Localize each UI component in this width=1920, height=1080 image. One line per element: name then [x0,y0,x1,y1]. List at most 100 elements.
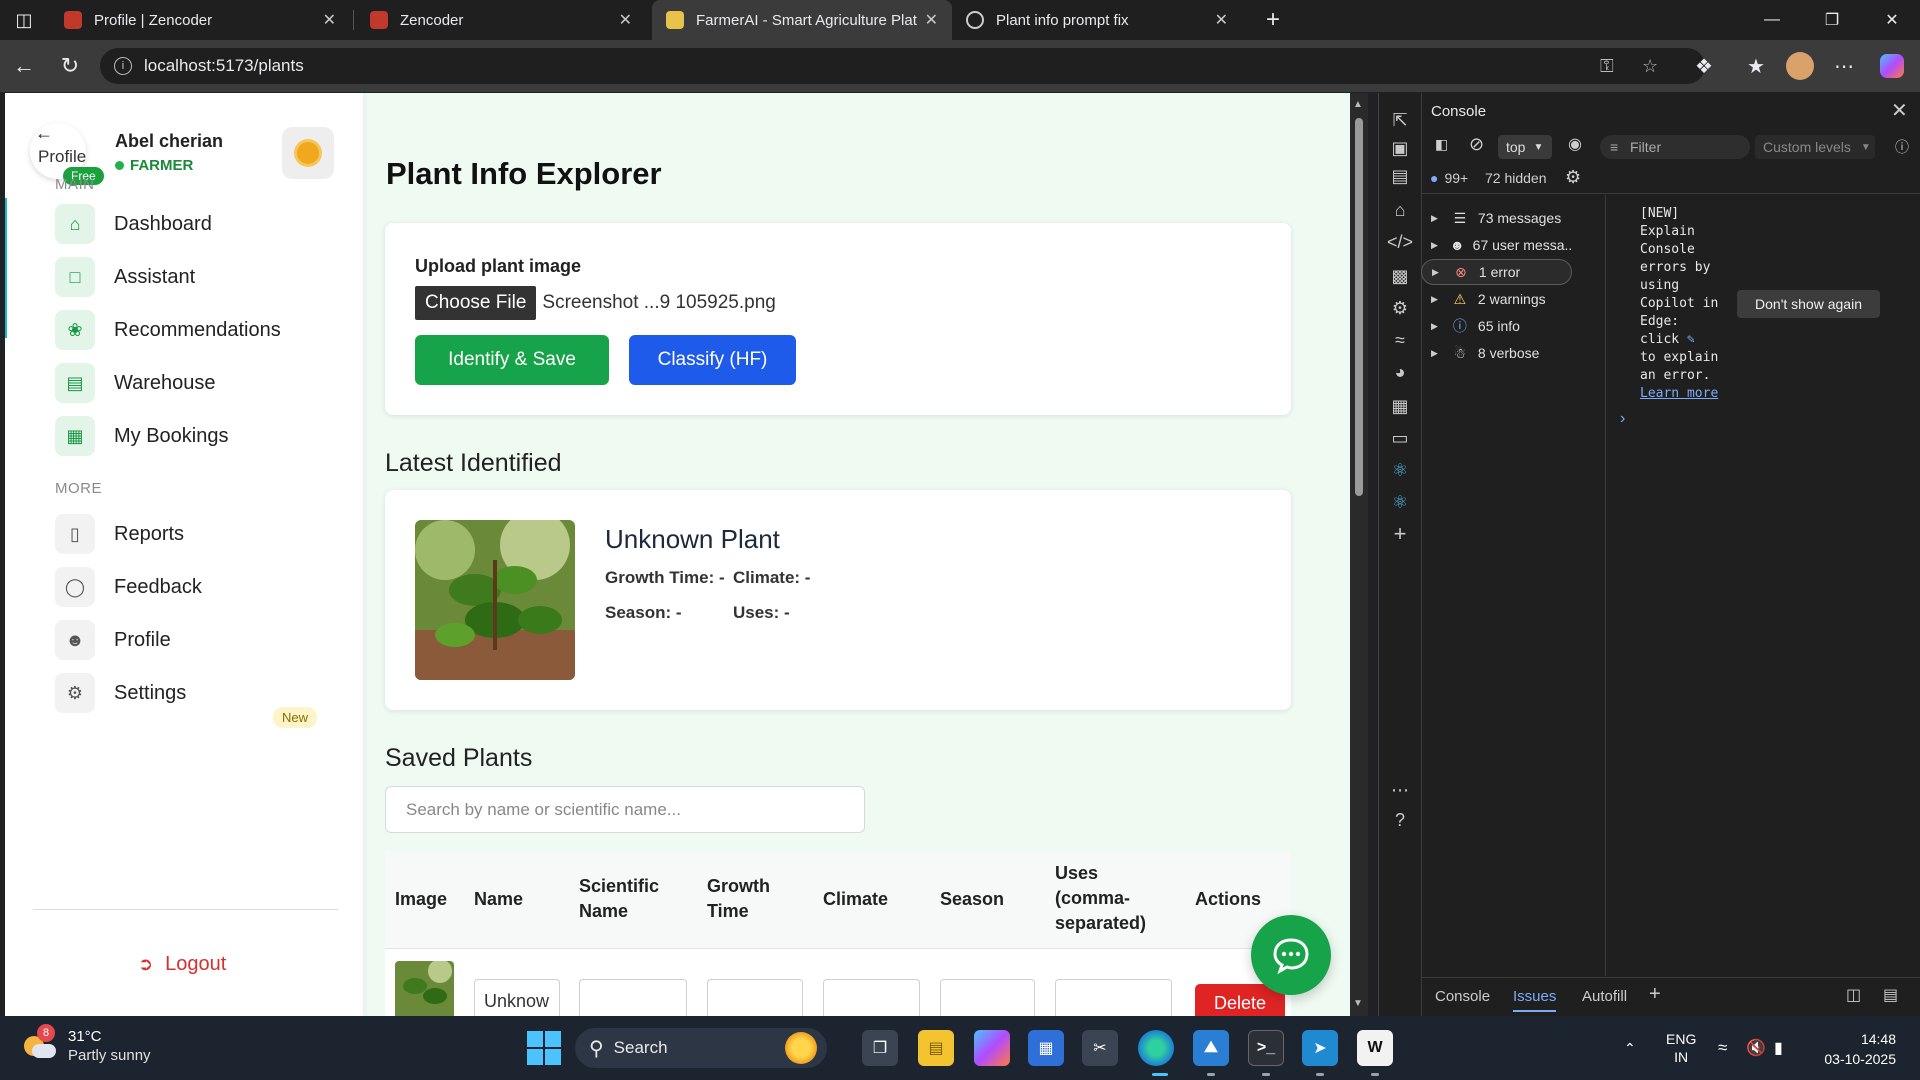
sidebar-item-profile[interactable]: ☻ Profile [55,618,325,662]
sidebar-item-settings[interactable]: ⚙ Settings [55,671,325,715]
profile-avatar-icon[interactable] [1784,50,1816,82]
copilot-app-icon[interactable] [974,1030,1010,1066]
logout-button[interactable]: ➲ Logout [138,953,226,976]
minimize-icon[interactable]: — [1742,0,1802,40]
drawer-add-tab-icon[interactable]: + [1649,983,1661,1006]
devtools-close-icon[interactable]: ✕ [1891,98,1908,123]
user-messages-filter-item[interactable]: ▶ ☻ 67 user messa... [1421,232,1572,258]
extensions-icon[interactable]: ❖ [1688,50,1720,82]
growth-time-input[interactable] [707,979,803,1016]
devtools-splitter[interactable] [1605,195,1606,976]
console-settings-info-icon[interactable]: ⓘ [1895,137,1909,157]
tab-farmerai[interactable]: FarmerAI - Smart Agriculture Platf ✕ [652,0,952,40]
identify-save-button[interactable]: Identify & Save [415,335,609,385]
errors-filter-item[interactable]: ▶ ⊗ 1 error [1421,259,1572,285]
plant-search-input[interactable]: Search by name or scientific name... [385,786,865,833]
verbose-filter-item[interactable]: ▶ ☃ 8 verbose [1421,340,1572,366]
microsoft-store-icon[interactable]: ▦ [1028,1030,1064,1066]
sidebar-toggle-icon[interactable]: ◧ [1435,136,1448,153]
application-icon[interactable]: ▭ [1387,425,1413,451]
console-icon[interactable]: ▩ [1387,263,1413,289]
scientific-name-input[interactable] [579,979,687,1016]
device-emulation-icon[interactable]: ▣ [1387,135,1413,161]
name-input[interactable]: Unknow [474,979,560,1016]
elements-icon[interactable]: </> [1387,229,1413,255]
terminal-icon[interactable]: >_ [1248,1030,1284,1066]
tab-zencoder[interactable]: Zencoder ✕ [356,0,646,40]
learn-more-link[interactable]: Learn more [1640,385,1730,403]
volume-muted-icon[interactable]: 🔇 [1746,1016,1766,1080]
sidebar-item-reports[interactable]: ▯ Reports [55,512,325,556]
console-filter-input[interactable]: ≡ Filter [1600,135,1750,159]
drawer-tab-issues[interactable]: Issues [1513,988,1557,1012]
info-filter-item[interactable]: ▶ ⓘ 65 info [1421,313,1572,339]
edge-browser-icon[interactable] [1138,1030,1174,1066]
console-prompt-caret-icon[interactable]: › [1620,410,1625,428]
new-tab-icon[interactable]: + [1257,4,1289,36]
choose-file-button[interactable]: Choose File [415,286,537,320]
memory-chip-icon[interactable]: ▦ [1387,393,1413,419]
file-explorer-icon[interactable]: ▤ [918,1030,954,1066]
react-components-icon[interactable]: ⚛ [1387,457,1413,483]
copilot-explain-icon[interactable]: ✎ [1687,332,1695,347]
sidebar-item-feedback[interactable]: ◯ Feedback [55,565,325,609]
window-close-icon[interactable]: ✕ [1862,0,1920,40]
clear-console-icon[interactable]: ⊘ [1469,134,1484,155]
restore-icon[interactable]: ❐ [1802,0,1862,40]
more-tools-icon[interactable]: ⋯ [1387,777,1413,803]
sidebar-item-dashboard[interactable]: ⌂ Dashboard [55,202,325,246]
drawer-tab-console[interactable]: Console [1435,988,1490,1005]
welcome-home-icon[interactable]: ⌂ [1387,197,1413,223]
reload-icon[interactable]: ↻ [54,50,86,82]
climate-input[interactable] [823,979,920,1016]
uses-input[interactable] [1055,979,1172,1016]
scroll-up-icon[interactable]: ▲ [1353,99,1363,110]
close-tab-icon[interactable]: ✕ [925,10,938,30]
snipping-tool-icon[interactable]: ✂ [1082,1030,1118,1066]
tab-plant-info-prompt-fix[interactable]: Plant info prompt fix ✕ [952,0,1242,40]
back-arrow-icon[interactable]: ← [35,123,53,144]
site-info-icon[interactable]: i [114,57,132,75]
back-icon[interactable]: ← [8,50,40,82]
sidebar-item-my-bookings[interactable]: ▦ My Bookings [55,414,325,458]
system-clock[interactable]: 14:48 03-10-2025 [1812,1029,1896,1069]
drawer-collapse-icon[interactable]: ▤ [1883,985,1898,1005]
more-menu-icon[interactable]: ⋯ [1828,50,1860,82]
task-view-icon[interactable]: ❐ [862,1030,898,1066]
battery-icon[interactable]: ▮ [1774,1016,1783,1080]
vscode-icon[interactable]: ➤ [1302,1030,1338,1066]
photos-icon[interactable]: ⛰ [1193,1030,1229,1066]
theme-toggle-button[interactable] [282,127,334,179]
sidebar-item-assistant[interactable]: □ Assistant [55,255,325,299]
network-wifi-icon[interactable]: ≈ [1387,327,1413,353]
sources-bug-icon[interactable]: ⚙ [1387,295,1413,321]
chat-assistant-button[interactable] [1251,915,1331,995]
messages-filter-item[interactable]: ▶ ☰ 73 messages [1421,205,1572,231]
warnings-filter-item[interactable]: ▶ ⚠ 2 warnings [1421,286,1572,312]
tray-overflow-icon[interactable]: ⌃ [1624,1016,1636,1080]
language-indicator[interactable]: ENG IN [1666,1016,1696,1080]
context-select[interactable]: top ▼ [1498,135,1552,159]
file-input[interactable]: Choose File Screenshot ...9 105925.png [415,286,776,320]
tab-profile-zencoder[interactable]: Profile | Zencoder ✕ [50,0,350,40]
scroll-thumb[interactable] [1355,118,1363,496]
sidebar-item-recommendations[interactable]: ❀ Recommendations [55,308,325,352]
dock-icon[interactable]: ▤ [1387,163,1413,189]
help-icon[interactable]: ? [1387,807,1413,833]
sidebar-item-warehouse[interactable]: ▤ Warehouse [55,361,325,405]
live-expression-eye-icon[interactable]: ◉ [1568,134,1582,154]
windsurf-icon[interactable]: W [1357,1030,1393,1066]
close-tab-icon[interactable]: ✕ [1215,10,1228,30]
dont-show-again-button[interactable]: Don't show again [1737,290,1880,318]
tab-actions-icon[interactable]: ◫ [8,4,40,36]
more-tools-plus-icon[interactable]: + [1387,521,1413,547]
page-scrollbar[interactable]: ▲ ▼ [1350,93,1368,1016]
issues-counter[interactable]: ● 99+ [1430,170,1468,186]
close-tab-icon[interactable]: ✕ [323,10,336,30]
classify-hf-button[interactable]: Classify (HF) [629,335,796,385]
drawer-dock-icon[interactable]: ◫ [1846,985,1861,1005]
performance-icon[interactable]: ◕ [1387,359,1413,385]
console-gear-icon[interactable]: ⚙ [1565,167,1581,188]
close-tab-icon[interactable]: ✕ [619,10,632,30]
favorite-star-icon[interactable]: ☆ [1642,48,1658,84]
